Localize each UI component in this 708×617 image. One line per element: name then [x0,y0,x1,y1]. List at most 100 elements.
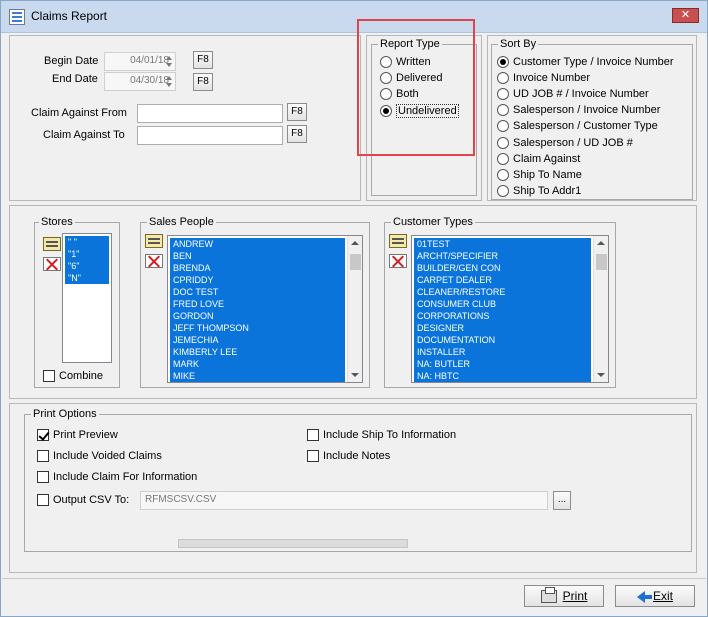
begin-date-f8-button[interactable]: F8 [193,51,213,69]
checkbox-icon [307,429,319,441]
output-csv-checkbox[interactable]: Output CSV To: [37,494,129,506]
list-item[interactable]: BEN [170,250,345,262]
radio-circle-icon [497,137,509,149]
customer-types-listbox[interactable]: 01TEST ARCHT/SPECIFIER BUILDER/GEN CON C… [411,235,609,383]
printer-icon [540,587,557,604]
claims-report-window: Claims Report ✕ Begin Date 04/01/18 F8 E… [0,0,708,617]
lists-panel: Stores " " "1" "6" "N" Combine Sales Peo… [9,205,697,399]
checkbox-icon [37,471,49,483]
include-voided-claims-checkbox[interactable]: Include Voided Claims [37,450,162,462]
close-button[interactable]: ✕ [672,8,699,23]
csv-path-input[interactable]: RFMSCSV.CSV [140,491,548,510]
claim-against-from-f8-button[interactable]: F8 [287,103,307,121]
clear-selection-icon[interactable] [389,254,407,268]
sales-people-items: ANDREW BEN BRENDA CPRIDDY DOC TEST FRED … [170,238,345,382]
scroll-down-icon[interactable] [351,373,359,377]
list-item[interactable]: DOCUMENTATION [414,334,591,346]
customer-types-title: Customer Types [391,216,475,228]
sort-ship-to-addr1-radio[interactable]: Ship To Addr1 [497,185,581,197]
list-item[interactable]: NA: HBTC [414,370,591,382]
checkbox-icon [43,370,55,382]
include-ship-to-checkbox[interactable]: Include Ship To Information [307,429,456,441]
list-item[interactable]: "N" [65,272,109,284]
claim-against-to-label: Claim Against To [43,129,125,141]
print-button[interactable]: Print [524,585,604,607]
radio-circle-icon [497,153,509,165]
clear-selection-icon[interactable] [43,257,61,271]
list-item[interactable]: NA: BUTLER [414,358,591,370]
exit-button[interactable]: Exit [615,585,695,607]
sort-customer-type-invoice-radio[interactable]: Customer Type / Invoice Number [497,56,674,68]
stores-items: " " "1" "6" "N" [65,236,109,284]
list-item[interactable]: INSTALLER [414,346,591,358]
list-item[interactable]: JEMECHIA [170,334,345,346]
sort-salesperson-invoice-radio[interactable]: Salesperson / Invoice Number [497,104,660,116]
sales-people-scrollbar[interactable] [347,236,362,382]
radio-circle-icon [497,185,509,197]
list-item[interactable]: CPRIDDY [170,274,345,286]
begin-date-field[interactable]: 04/01/18 [104,52,176,71]
list-item[interactable]: BUILDER/GEN CON [414,262,591,274]
list-item[interactable]: ANDREW [170,238,345,250]
list-item[interactable]: "6" [65,260,109,272]
claim-against-from-input[interactable] [137,104,283,123]
include-notes-checkbox[interactable]: Include Notes [307,450,390,462]
list-item[interactable]: FRED LOVE [170,298,345,310]
list-item[interactable]: BRENDA [170,262,345,274]
end-date-label: End Date [52,73,98,85]
list-item[interactable]: ARCHT/SPECIFIER [414,250,591,262]
scroll-thumb[interactable] [350,254,361,270]
select-all-icon[interactable] [145,234,163,248]
customer-types-scrollbar[interactable] [593,236,608,382]
radio-circle-icon [497,72,509,84]
list-item[interactable]: " " [65,236,109,248]
window-title: Claims Report [31,9,108,23]
stores-listbox[interactable]: " " "1" "6" "N" [62,233,112,363]
claim-against-to-input[interactable] [137,126,283,145]
list-item[interactable]: GORDON [170,310,345,322]
list-item[interactable]: JEFF THOMPSON [170,322,345,334]
sort-by-group: Sort By Customer Type / Invoice Number I… [491,38,693,200]
list-item[interactable]: KIMBERLY LEE [170,346,345,358]
print-preview-checkbox[interactable]: Print Preview [37,429,118,441]
list-item[interactable]: DOC TEST [170,286,345,298]
list-item[interactable]: CONSUMER CLUB [414,298,591,310]
end-date-spin-icon[interactable] [164,74,174,89]
list-item[interactable]: MARK [170,358,345,370]
select-all-icon[interactable] [43,237,61,251]
list-item[interactable]: CARPET DEALER [414,274,591,286]
list-item[interactable]: CORPORATIONS [414,310,591,322]
sort-salesperson-ud-job-radio[interactable]: Salesperson / UD JOB # [497,137,633,149]
print-options-title: Print Options [31,408,99,420]
title-bar: Claims Report ✕ [1,1,707,33]
scroll-thumb[interactable] [596,254,607,270]
radio-circle-icon [497,169,509,181]
combine-checkbox[interactable]: Combine [43,370,103,382]
radio-circle-icon [497,88,509,100]
report-app-icon [9,9,25,25]
sort-claim-against-radio[interactable]: Claim Against [497,153,580,165]
exit-arrow-icon [636,590,652,603]
end-date-f8-button[interactable]: F8 [193,73,213,91]
browse-button[interactable]: ... [553,491,571,510]
clear-selection-icon[interactable] [145,254,163,268]
scroll-up-icon[interactable] [351,241,359,245]
scroll-up-icon[interactable] [597,241,605,245]
claim-against-to-f8-button[interactable]: F8 [287,125,307,143]
list-item[interactable]: 01TEST [414,238,591,250]
checkbox-checked-icon [37,429,49,441]
scroll-down-icon[interactable] [597,373,605,377]
sort-ud-job-invoice-radio[interactable]: UD JOB # / Invoice Number [497,88,649,100]
sort-invoice-number-radio[interactable]: Invoice Number [497,72,590,84]
list-item[interactable]: CLEANER/RESTORE [414,286,591,298]
begin-date-spin-icon[interactable] [164,54,174,69]
list-item[interactable]: DESIGNER [414,322,591,334]
list-item[interactable]: "1" [65,248,109,260]
list-item[interactable]: MIKE [170,370,345,382]
include-claim-for-checkbox[interactable]: Include Claim For Information [37,471,197,483]
end-date-field[interactable]: 04/30/18 [104,72,176,91]
select-all-icon[interactable] [389,234,407,248]
sales-people-listbox[interactable]: ANDREW BEN BRENDA CPRIDDY DOC TEST FRED … [167,235,363,383]
sort-salesperson-customer-type-radio[interactable]: Salesperson / Customer Type [497,120,658,132]
sort-ship-to-name-radio[interactable]: Ship To Name [497,169,582,181]
